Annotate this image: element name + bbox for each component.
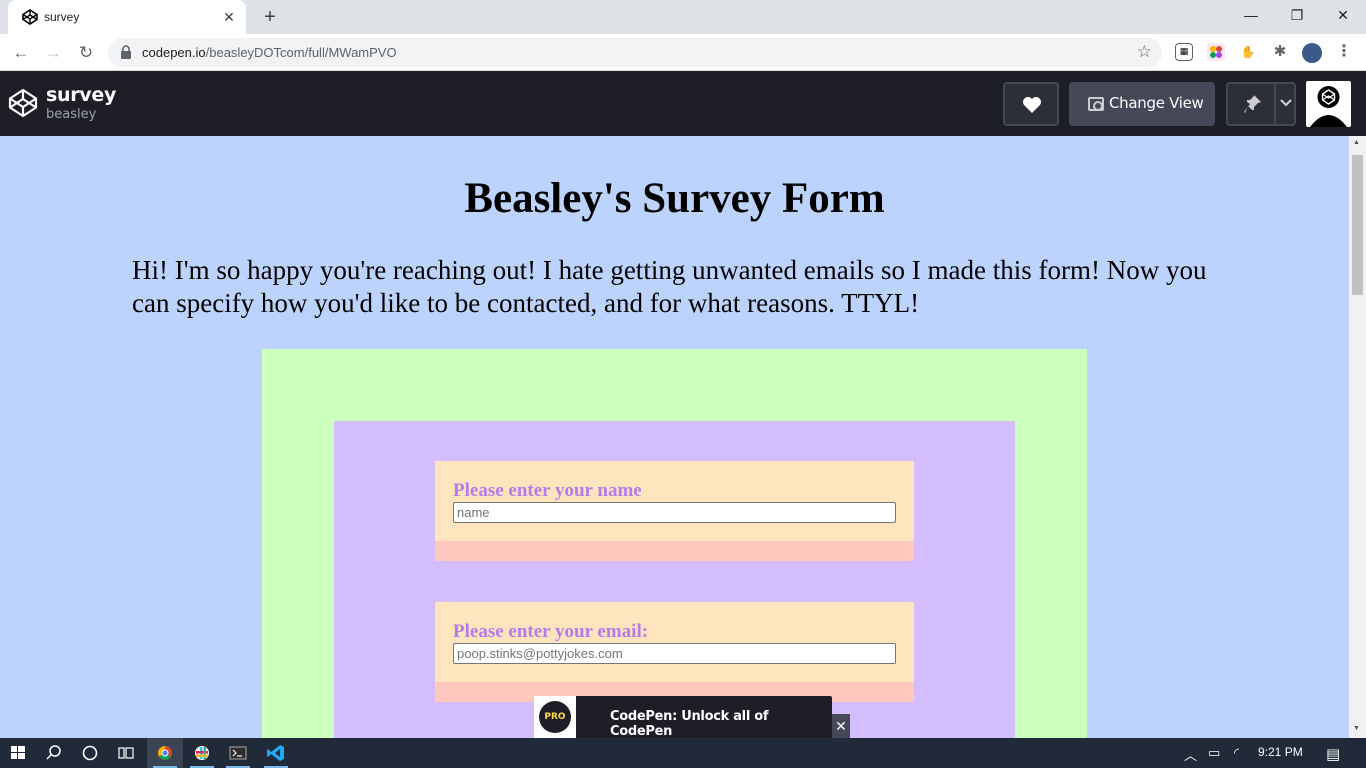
task-view-icon[interactable] [108, 738, 144, 768]
taskbar-clock[interactable]: 9:21 PM [1258, 745, 1303, 759]
tab-close-icon[interactable]: ✕ [220, 8, 238, 26]
scroll-up-icon[interactable]: ▲ [1353, 139, 1360, 146]
name-card-footer [435, 541, 914, 561]
window-close-icon[interactable]: ✕ [1320, 0, 1366, 32]
change-view-label: Change View [1109, 94, 1204, 112]
qr-code-icon[interactable]: ▦ [1175, 43, 1193, 61]
tab-title: survey [44, 10, 80, 24]
notifications-icon[interactable]: ▤ [1326, 745, 1340, 763]
pro-banner-message: CodePen: Unlock all of CodePen [610, 709, 769, 739]
page-scrollbar[interactable]: ▲ ▼ [1349, 136, 1366, 738]
user-avatar[interactable] [1306, 81, 1351, 127]
email-field-card: Please enter your email: [435, 602, 914, 702]
pin-button[interactable] [1226, 82, 1296, 126]
windows-start-icon[interactable] [0, 738, 36, 768]
chrome-icon[interactable] [147, 738, 183, 768]
scrollbar-thumb[interactable] [1352, 155, 1363, 295]
cortana-icon[interactable] [72, 738, 108, 768]
pin-divider [1274, 84, 1276, 124]
name-label: Please enter your name [453, 480, 642, 501]
vscode-icon[interactable] [258, 738, 294, 768]
codepen-favicon-icon [22, 9, 38, 25]
browser-toolbar: ← → ↻ codepen.io/beasleyDOTcom/full/MWam… [0, 34, 1366, 71]
page-title: Beasley's Survey Form [464, 175, 885, 222]
url-text: codepen.io/beasleyDOTcom/full/MWamPVO [142, 45, 397, 60]
page-viewport: Beasley's Survey Form Hi! I'm so happy y… [0, 136, 1349, 738]
eye-icon [1088, 97, 1104, 111]
pro-badge: PRO [539, 701, 571, 733]
puzzle-extensions-icon[interactable]: ✱ [1271, 43, 1289, 61]
minimize-icon[interactable]: — [1228, 0, 1274, 32]
back-arrow-icon[interactable]: ← [8, 40, 34, 66]
name-field-card: Please enter your name [435, 461, 914, 561]
hand-extension-icon[interactable]: ✋ [1239, 43, 1257, 61]
address-bar[interactable]: codepen.io/beasleyDOTcom/full/MWamPVO ☆ [108, 38, 1162, 67]
extension-apps-icon[interactable] [1207, 43, 1225, 61]
terminal-icon[interactable] [220, 738, 256, 768]
pro-banner[interactable]: PRO CodePen: Unlock all of CodePen [534, 696, 832, 739]
heart-icon [1023, 97, 1041, 113]
slack-icon[interactable] [184, 738, 220, 768]
name-input[interactable] [453, 502, 896, 523]
intro-text: Hi! I'm so happy you're reaching out! I … [132, 255, 1207, 318]
windows-taskbar: ︿ ▭ ◜ 9:21 PM ▤ [0, 738, 1366, 768]
pro-badge-container: PRO [534, 696, 576, 738]
forward-arrow-icon[interactable]: → [40, 40, 66, 66]
battery-icon[interactable]: ▭ [1208, 745, 1220, 761]
tray-chevron-up-icon[interactable]: ︿ [1184, 745, 1197, 764]
browser-tabstrip: survey ✕ + — ❐ ✕ [0, 0, 1366, 34]
lock-icon [121, 45, 131, 59]
browser-menu-icon[interactable]: ⋮ [1335, 43, 1353, 61]
bookmark-star-icon[interactable]: ☆ [1137, 42, 1152, 62]
codepen-logo-icon[interactable] [8, 88, 38, 118]
profile-avatar[interactable] [1302, 43, 1322, 63]
pin-icon [1244, 95, 1261, 113]
change-view-button[interactable]: Change View [1069, 82, 1215, 126]
browser-tab[interactable]: survey ✕ [8, 0, 246, 34]
codepen-header: survey beasley Change View [0, 71, 1366, 136]
pen-author[interactable]: beasley [46, 107, 96, 122]
email-input[interactable] [453, 643, 896, 664]
new-tab-button[interactable]: + [258, 6, 282, 28]
scroll-down-icon[interactable]: ▼ [1353, 725, 1360, 732]
search-icon[interactable] [36, 738, 72, 768]
email-label: Please enter your email: [453, 621, 649, 642]
pen-title: survey [46, 84, 117, 106]
close-icon[interactable]: ✕ [832, 714, 850, 738]
restore-icon[interactable]: ❐ [1274, 0, 1320, 32]
wifi-icon[interactable]: ◜ [1234, 745, 1239, 761]
chevron-down-icon[interactable] [1279, 94, 1293, 110]
reload-icon[interactable]: ↻ [73, 40, 99, 66]
heart-button[interactable] [1003, 82, 1059, 126]
